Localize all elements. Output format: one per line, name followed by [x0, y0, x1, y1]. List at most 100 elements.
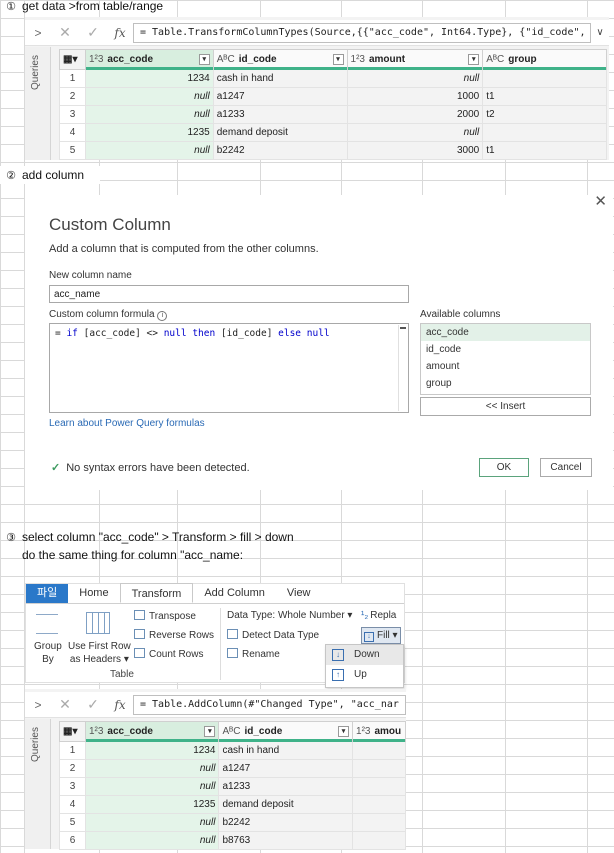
- formula-scrollbar[interactable]: [398, 325, 407, 411]
- tab-home[interactable]: Home: [68, 584, 119, 603]
- table-row[interactable]: 3 null a1233: [59, 777, 406, 796]
- cell-group[interactable]: t1: [482, 87, 607, 106]
- cell-amount[interactable]: [352, 777, 406, 796]
- close-icon[interactable]: ✕: [594, 192, 607, 210]
- filter-dropdown-icon[interactable]: ▾: [198, 54, 210, 65]
- cell-acc-code[interactable]: 1234: [84, 741, 220, 760]
- cell-id-code[interactable]: a1233: [212, 105, 348, 124]
- list-item[interactable]: amount: [421, 358, 590, 375]
- cell-id-code[interactable]: b8763: [218, 831, 354, 850]
- filter-dropdown-icon[interactable]: ▾: [204, 726, 216, 737]
- table-row[interactable]: 6 null b8763: [59, 831, 406, 850]
- cell-id-code[interactable]: b2242: [212, 141, 348, 160]
- cell-group[interactable]: [482, 123, 607, 142]
- formula-input[interactable]: = Table.TransformColumnTypes(Source,{{"a…: [133, 22, 591, 43]
- use-first-row-button[interactable]: Use First Row as Headers ▾: [68, 640, 131, 666]
- group-by-icon[interactable]: [36, 614, 58, 634]
- count-rows-button[interactable]: Count Rows: [134, 648, 203, 660]
- scrollbar-thumb[interactable]: [400, 327, 406, 329]
- cell-amount[interactable]: [352, 831, 406, 850]
- table-row[interactable]: 4 1235 demand deposit: [59, 795, 406, 814]
- number-type-icon[interactable]: 1²3: [356, 726, 370, 737]
- cell-acc-code[interactable]: null: [84, 141, 214, 160]
- filter-dropdown-icon[interactable]: ▾: [338, 726, 350, 737]
- tab-add-column[interactable]: Add Column: [193, 584, 276, 603]
- column-header-id-code[interactable]: AᴮC id_code ▾: [212, 49, 348, 70]
- cancel-formula-icon[interactable]: ✕: [51, 24, 79, 41]
- detect-data-type-button[interactable]: Detect Data Type: [227, 629, 319, 641]
- queries-pane-collapsed[interactable]: Queries: [25, 719, 51, 849]
- cell-acc-code[interactable]: 1234: [84, 69, 214, 88]
- table-row[interactable]: 5 null b2242 3000 t1: [59, 141, 607, 160]
- cell-id-code[interactable]: a1247: [218, 759, 354, 778]
- expand-queries-chevron-icon[interactable]: >: [25, 698, 51, 712]
- fill-button[interactable]: ↓ Fill ▾: [361, 627, 401, 644]
- cell-id-code[interactable]: demand deposit: [212, 123, 348, 142]
- list-item[interactable]: acc_code: [421, 324, 590, 341]
- confirm-formula-icon[interactable]: ✓: [79, 24, 107, 41]
- cell-group[interactable]: t1: [482, 141, 607, 160]
- table-row[interactable]: 2 null a1247: [59, 759, 406, 778]
- cell-group[interactable]: t2: [482, 105, 607, 124]
- cell-id-code[interactable]: a1233: [218, 777, 354, 796]
- column-header-id-code[interactable]: AᴮC id_code ▾: [218, 721, 354, 742]
- cancel-button[interactable]: Cancel: [540, 458, 592, 477]
- learn-formulas-link[interactable]: Learn about Power Query formulas: [49, 418, 205, 429]
- fx-icon[interactable]: fx: [107, 698, 133, 712]
- column-header-amount[interactable]: 1²3 amou: [352, 721, 406, 742]
- cell-id-code[interactable]: cash in hand: [212, 69, 348, 88]
- text-type-icon[interactable]: AᴮC: [486, 54, 504, 65]
- info-icon[interactable]: i: [157, 311, 168, 321]
- cell-id-code[interactable]: cash in hand: [218, 741, 354, 760]
- cell-acc-code[interactable]: null: [84, 105, 214, 124]
- ok-button[interactable]: OK: [479, 458, 529, 477]
- fx-icon[interactable]: fx: [107, 26, 133, 40]
- cell-acc-code[interactable]: 1235: [84, 123, 214, 142]
- column-header-amount[interactable]: 1²3 amount ▾: [346, 49, 484, 70]
- formula-expand-icon[interactable]: ∨: [591, 27, 609, 38]
- filter-dropdown-icon[interactable]: ▾: [332, 54, 344, 65]
- cell-group[interactable]: [482, 69, 607, 88]
- data-type-dropdown[interactable]: Data Type: Whole Number ▾: [227, 610, 352, 621]
- tab-file[interactable]: 파일: [26, 584, 69, 603]
- transpose-button[interactable]: Transpose: [134, 610, 196, 622]
- text-type-icon[interactable]: AᴮC: [217, 54, 235, 65]
- cell-amount[interactable]: 1000: [346, 87, 484, 106]
- number-type-icon[interactable]: 1²3: [89, 54, 103, 65]
- list-item[interactable]: group: [421, 375, 590, 392]
- cell-amount[interactable]: [352, 813, 406, 832]
- table-row[interactable]: 2 null a1247 1000 t1: [59, 87, 607, 106]
- cell-acc-code[interactable]: null: [84, 813, 220, 832]
- table-select-all-icon[interactable]: ▦▾: [59, 49, 86, 70]
- list-item[interactable]: id_code: [421, 341, 590, 358]
- table-select-all-icon[interactable]: ▦▾: [59, 721, 86, 742]
- expand-queries-chevron-icon[interactable]: >: [25, 26, 51, 40]
- cell-id-code[interactable]: demand deposit: [218, 795, 354, 814]
- tab-transform[interactable]: Transform: [119, 583, 194, 603]
- cell-amount[interactable]: [352, 759, 406, 778]
- cell-id-code[interactable]: b2242: [218, 813, 354, 832]
- column-header-acc-code[interactable]: 1²3 acc_code ▾: [84, 721, 220, 742]
- cell-acc-code[interactable]: null: [84, 87, 214, 106]
- fill-down-item[interactable]: ↓ Down: [326, 645, 403, 665]
- cell-acc-code[interactable]: null: [84, 831, 220, 850]
- table-row[interactable]: 4 1235 demand deposit null: [59, 123, 607, 142]
- custom-formula-input[interactable]: = if [acc_code] <> null then [id_code] e…: [49, 323, 409, 413]
- number-type-icon[interactable]: 1²3: [351, 54, 365, 65]
- cell-amount[interactable]: null: [346, 123, 484, 142]
- column-header-group[interactable]: AᴮC group: [482, 49, 607, 70]
- cell-amount[interactable]: null: [346, 69, 484, 88]
- cancel-formula-icon[interactable]: ✕: [51, 696, 79, 713]
- cell-id-code[interactable]: a1247: [212, 87, 348, 106]
- cell-amount[interactable]: [352, 795, 406, 814]
- table-row[interactable]: 5 null b2242: [59, 813, 406, 832]
- cell-amount[interactable]: [352, 741, 406, 760]
- table-row[interactable]: 3 null a1233 2000 t2: [59, 105, 607, 124]
- cell-amount[interactable]: 2000: [346, 105, 484, 124]
- table-row[interactable]: 1 1234 cash in hand: [59, 741, 406, 760]
- fill-up-item[interactable]: ↑ Up: [326, 665, 403, 685]
- confirm-formula-icon[interactable]: ✓: [79, 696, 107, 713]
- replace-values-button[interactable]: ¹₂ Repla: [361, 610, 396, 621]
- available-columns-list[interactable]: acc_code id_code amount group: [420, 323, 591, 395]
- table-row[interactable]: 1 1234 cash in hand null: [59, 69, 607, 88]
